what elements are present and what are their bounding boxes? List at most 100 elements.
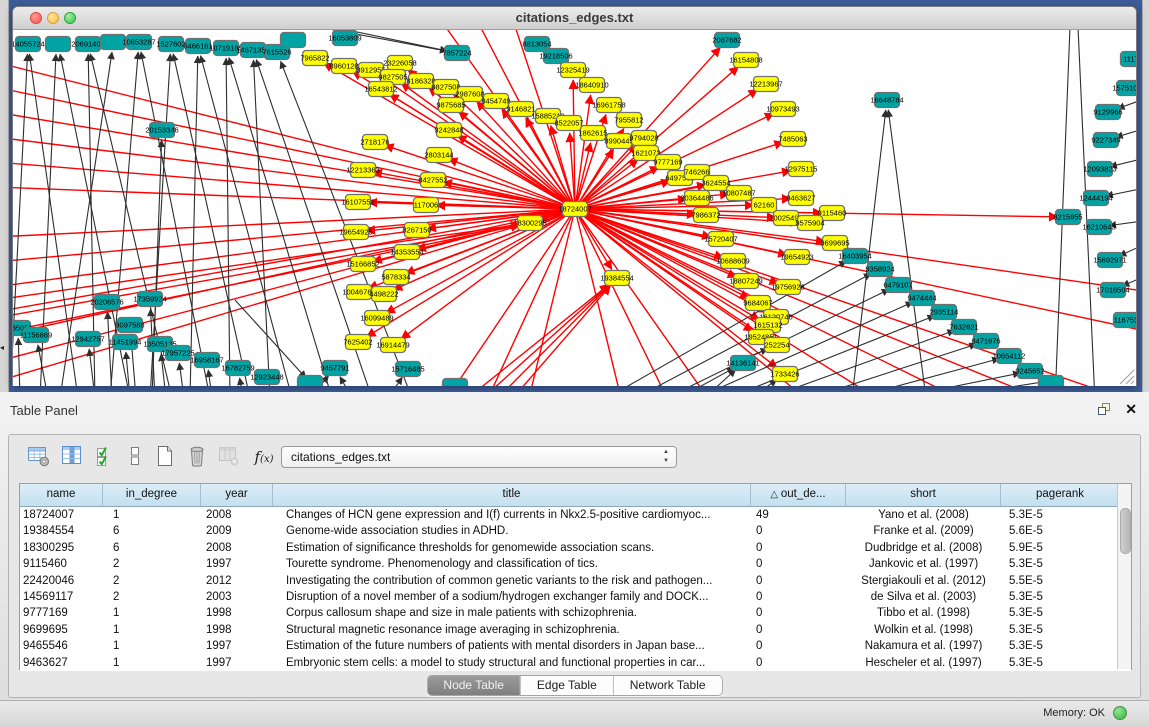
table-selector[interactable]: citations_edges.txt ▲▼ xyxy=(281,446,677,468)
graph-node[interactable] xyxy=(1039,376,1064,387)
row-options-button[interactable] xyxy=(121,443,149,471)
network-graph[interactable]: 1405572420691406106532871527602646616110… xyxy=(13,30,1136,386)
table-row[interactable]: 1872400712008Changes of HCN gene express… xyxy=(20,507,1131,523)
cell-out_de: 0 xyxy=(751,622,846,638)
table-row[interactable]: 1830029562008Estimation of significance … xyxy=(20,540,1131,556)
graph-node-label: 9242848 xyxy=(434,126,463,135)
table-selector-value: citations_edges.txt xyxy=(291,450,390,464)
table-scrollbar[interactable] xyxy=(1117,484,1131,669)
table-row[interactable]: 946362711997Embryonic stem cells: a mode… xyxy=(20,655,1131,671)
table-header-row: namein_degreeyeartitle△ out_de...shortpa… xyxy=(20,484,1131,507)
cell-in_degree: 2 xyxy=(103,573,201,589)
graph-node-label: 16099489 xyxy=(360,314,393,323)
collapse-west-arrow-icon[interactable]: ◂ xyxy=(0,344,4,352)
node-table: namein_degreeyeartitle△ out_de...shortpa… xyxy=(19,483,1132,670)
resize-grip[interactable] xyxy=(1120,370,1134,384)
tab-network-table[interactable]: Network Table xyxy=(613,676,722,695)
graph-node-label: 15716485 xyxy=(391,365,424,374)
graph-node-label: 17016504 xyxy=(1096,286,1129,295)
table-panel-body: f(x) citations_edges.txt ▲▼ namein_degre… xyxy=(8,434,1141,698)
graph-node-label: 15720407 xyxy=(704,235,737,244)
column-header-year[interactable]: year xyxy=(201,484,273,506)
graph-node-label: 7955812 xyxy=(614,116,643,125)
column-header-pagerank[interactable]: pagerank xyxy=(1001,484,1119,506)
cell-year: 2003 xyxy=(201,589,273,605)
window-titlebar[interactable]: citations_edges.txt xyxy=(13,7,1136,30)
cell-out_de: 0 xyxy=(751,523,846,539)
new-document-icon xyxy=(153,444,177,468)
graph-node-label: 8427552 xyxy=(418,176,447,185)
cell-out_de: 0 xyxy=(751,556,846,572)
cell-short: de Silva et al. (2003) xyxy=(846,589,1001,605)
cell-short: Stergiakouli et al. (2012) xyxy=(846,573,1001,589)
cell-short: Yano et al. (2008) xyxy=(846,507,1001,523)
cell-title: Disruption of a novel member of a sodium… xyxy=(273,589,751,605)
table-row[interactable]: 1938455462009Genome-wide association stu… xyxy=(20,523,1131,539)
graph-edge xyxy=(190,56,198,386)
cell-short: Hescheler et al. (1997) xyxy=(846,655,1001,671)
table-panel-header: Table Panel ✕ xyxy=(0,392,1149,428)
column-header-short[interactable]: short xyxy=(846,484,1001,506)
cell-name: 9463627 xyxy=(20,655,103,671)
tab-node-table[interactable]: Node Table xyxy=(427,676,520,695)
graph-node-label: 1615132 xyxy=(753,321,782,330)
right-splitter-strip[interactable] xyxy=(1142,0,1149,392)
graph-edge xyxy=(13,209,575,237)
column-visibility-button[interactable] xyxy=(58,443,86,471)
table-row[interactable]: 977716911998Corpus callosum shape and si… xyxy=(20,605,1131,621)
graph-node-label: 19756928 xyxy=(771,283,804,292)
cell-out_de: 0 xyxy=(751,540,846,556)
table-tabs: Node TableEdge TableNetwork Table xyxy=(426,675,722,696)
close-panel-button[interactable]: ✕ xyxy=(1125,401,1137,418)
table-mode-button[interactable] xyxy=(25,443,53,471)
graph-node[interactable] xyxy=(443,379,468,387)
cell-name: 9777169 xyxy=(20,605,103,621)
graph-node-label: 10688609 xyxy=(716,257,749,266)
graph-edge xyxy=(108,312,112,386)
cell-year: 1997 xyxy=(201,655,273,671)
graph-node-label: 8267150 xyxy=(402,226,431,235)
graph-node-label: 9575904 xyxy=(795,219,824,228)
table-row[interactable]: 2242004622012Investigating the contribut… xyxy=(20,573,1131,589)
tab-edge-table[interactable]: Edge Table xyxy=(520,676,613,695)
graph-node-label: 5878334 xyxy=(381,273,410,282)
graph-node-label: 9875685 xyxy=(436,101,465,110)
delete-table-icon xyxy=(217,444,241,468)
column-header-out_de[interactable]: △ out_de... xyxy=(751,484,846,506)
scrollbar-thumb[interactable] xyxy=(1120,508,1131,554)
table-row[interactable]: 946554611997Estimation of the future num… xyxy=(20,638,1131,654)
network-canvas[interactable]: 1405572420691406106532871527602646616110… xyxy=(13,30,1136,386)
new-column-button[interactable] xyxy=(151,443,179,471)
table-row[interactable]: 1456911722003Disruption of a novel membe… xyxy=(20,589,1131,605)
graph-node-label: 16782759 xyxy=(221,364,254,373)
graph-node[interactable] xyxy=(46,37,71,52)
cell-pagerank: 5.3E-5 xyxy=(1001,507,1119,523)
column-header-name[interactable]: name xyxy=(20,484,103,506)
table-row[interactable]: 969969511998Structural magnetic resonanc… xyxy=(20,622,1131,638)
graph-node-label: 117006 xyxy=(414,201,438,210)
float-panel-button[interactable] xyxy=(1097,402,1111,416)
graph-node-label: 9827505 xyxy=(378,73,407,82)
graph-node-label: 8215955 xyxy=(1053,213,1082,222)
left-splitter-strip[interactable]: ◂ xyxy=(0,0,9,392)
cell-title: Estimation of significance thresholds fo… xyxy=(273,540,751,556)
delete-table-button[interactable] xyxy=(215,443,243,471)
column-header-in_degree[interactable]: in_degree xyxy=(103,484,201,506)
graph-node-label: 7986372 xyxy=(691,211,720,220)
memory-status-indicator[interactable] xyxy=(1113,706,1127,720)
graph-node-label: 8471676 xyxy=(971,337,1000,346)
graph-node[interactable] xyxy=(298,376,323,387)
table-row[interactable]: 911546021997Tourette syndrome. Phenomeno… xyxy=(20,556,1131,572)
graph-node-label: 9684067 xyxy=(743,299,772,308)
column-header-title[interactable]: title xyxy=(273,484,751,506)
network-desktop: ◂ citations_edges.txt 14055724206914 xyxy=(0,0,1149,392)
cell-out_de: 0 xyxy=(751,605,846,621)
delete-column-button[interactable] xyxy=(183,443,211,471)
cell-in_degree: 1 xyxy=(103,638,201,654)
graph-edge xyxy=(179,363,184,386)
graph-node[interactable] xyxy=(281,33,306,48)
function-builder-button[interactable]: f(x) xyxy=(247,443,281,471)
graph-node-label: 12975115 xyxy=(785,165,818,174)
column-selection-button[interactable] xyxy=(92,443,120,471)
graph-node-label: 12923448 xyxy=(250,373,283,382)
